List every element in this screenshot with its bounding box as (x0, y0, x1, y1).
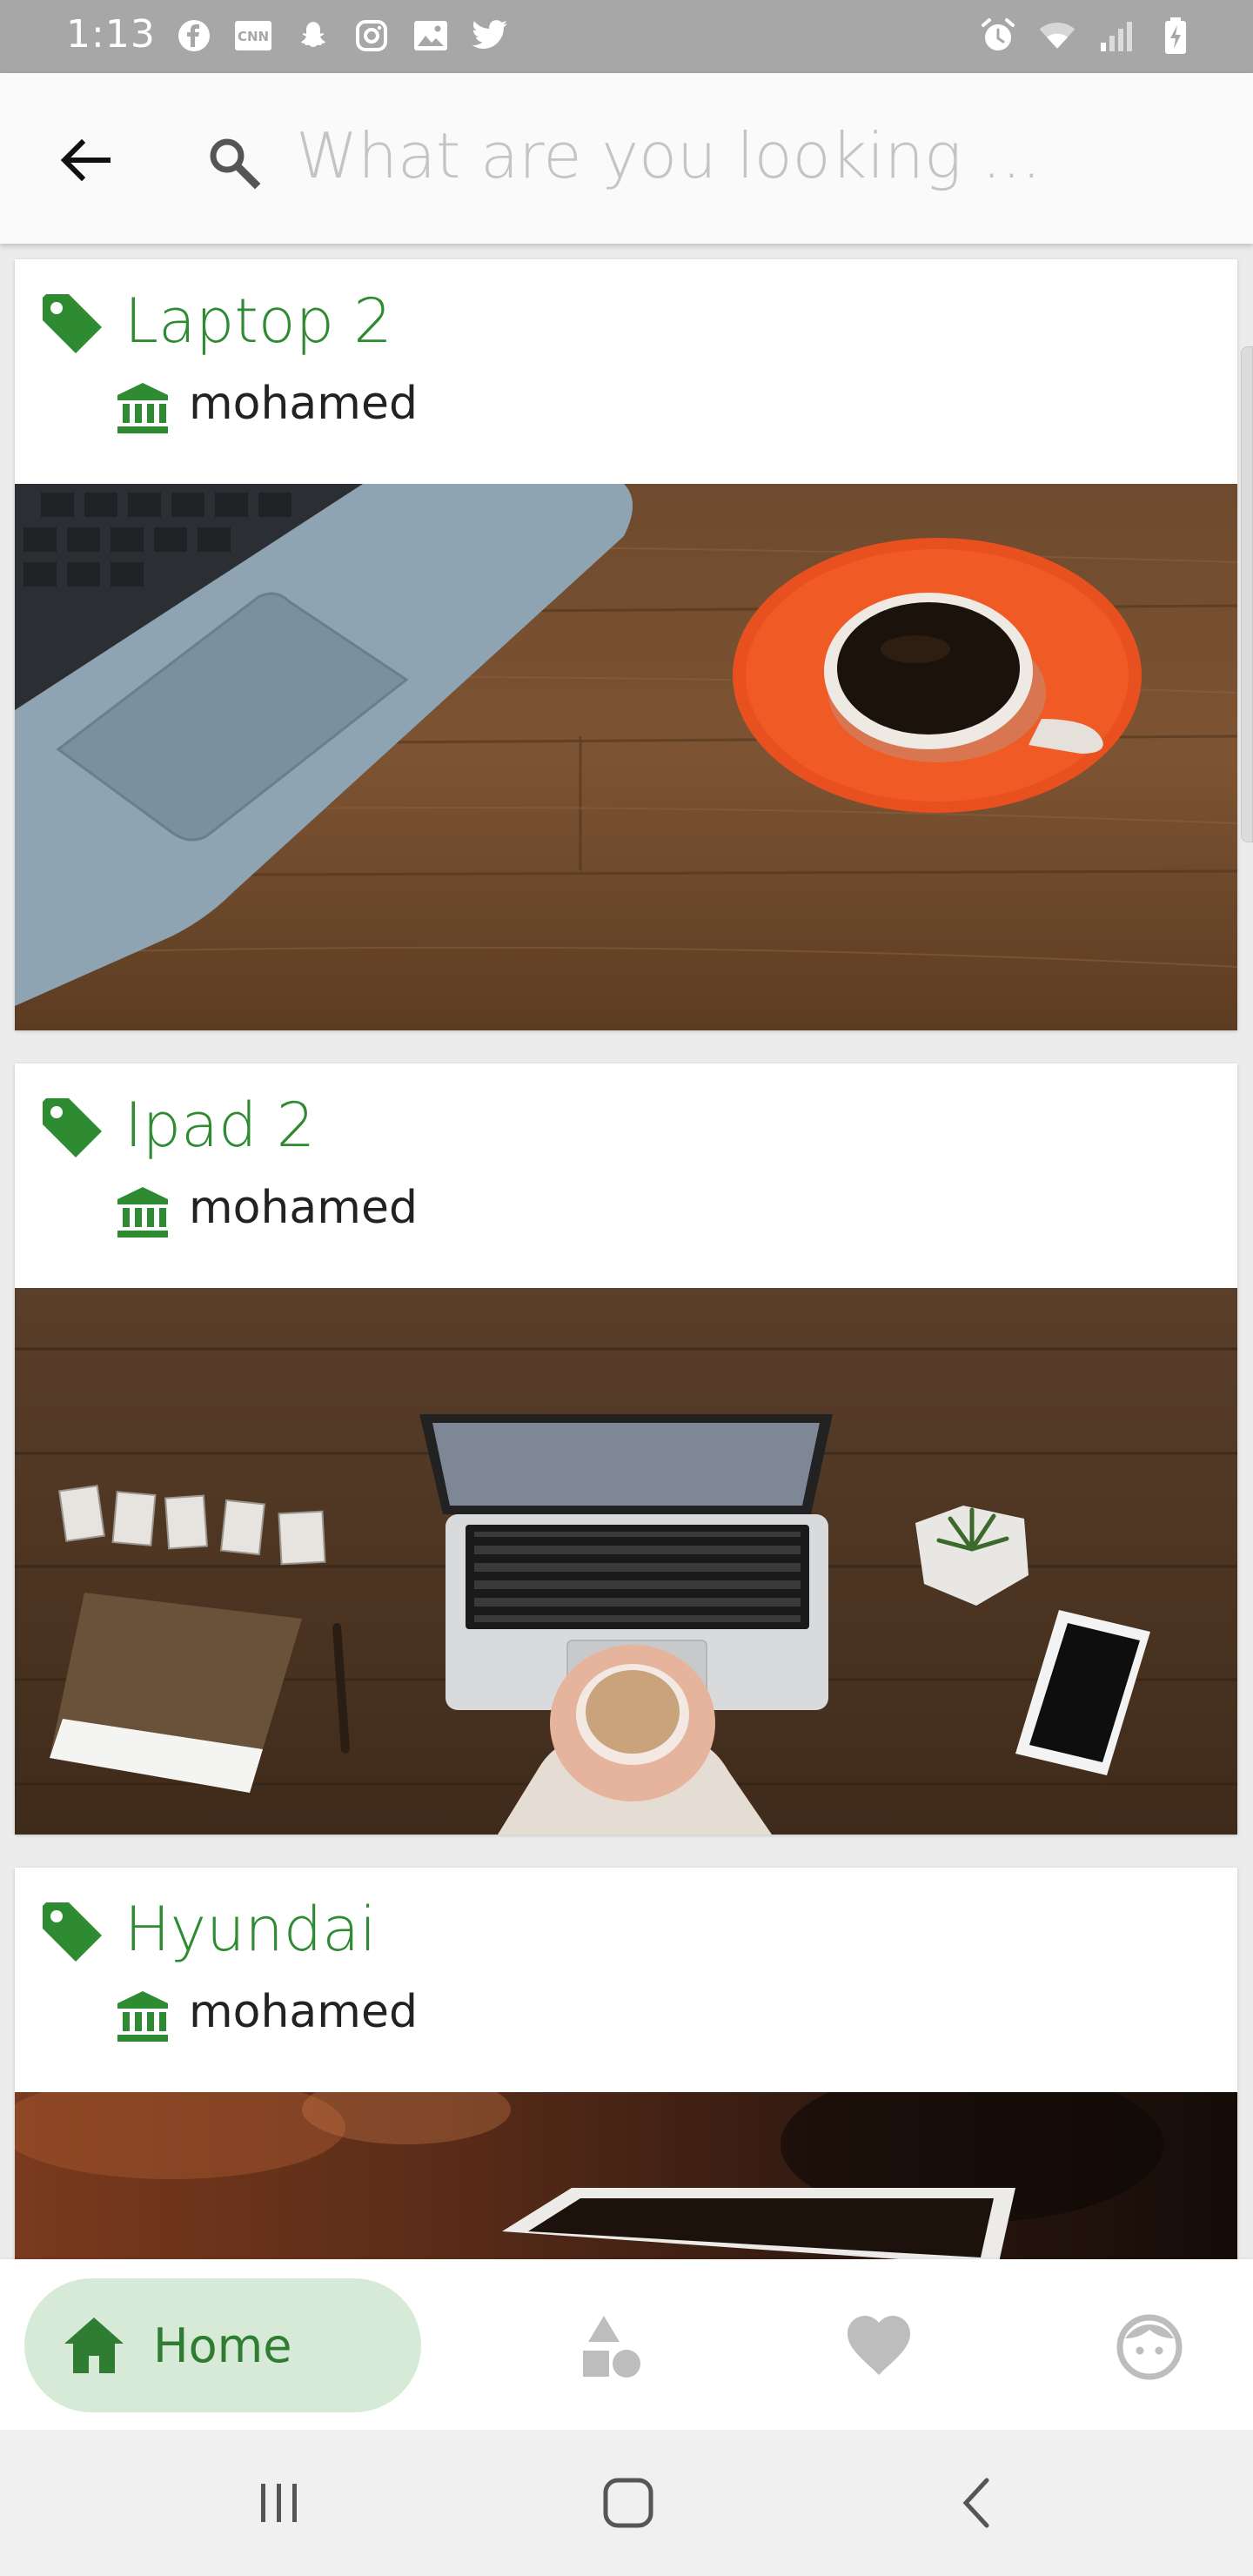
profile-icon (1116, 2314, 1183, 2380)
laptop-and-coffee-photo (15, 484, 1237, 1030)
categories-icon (583, 2316, 640, 2378)
card-title: Hyundai (124, 1894, 377, 1965)
gallery-icon (411, 16, 451, 56)
scrollbar-thumb[interactable] (1241, 346, 1253, 842)
tag-icon (43, 294, 102, 353)
nav-profile-button[interactable] (1110, 2308, 1189, 2386)
back-button-icon[interactable] (941, 2466, 1015, 2539)
status-time: 1:13 (66, 12, 156, 57)
search-input[interactable] (296, 108, 1166, 204)
card-title: Laptop 2 (124, 285, 392, 357)
system-status-icons (978, 16, 1196, 56)
bank-icon (117, 1187, 168, 1238)
card-header: Hyundai mohamed (15, 1868, 1237, 2092)
alarm-icon (978, 16, 1018, 56)
recent-apps-icon[interactable] (242, 2466, 315, 2539)
twitter-icon (470, 16, 510, 56)
card-owner: mohamed (189, 378, 418, 430)
product-feed[interactable]: Laptop 2 mohamed Ipad 2 mohamed Hyundai … (0, 244, 1253, 2259)
favorites-icon (848, 2316, 910, 2375)
back-arrow-icon[interactable] (52, 127, 118, 193)
product-card[interactable]: Laptop 2 mohamed (15, 259, 1237, 1030)
status-bar: 1:13 CNN (0, 0, 1253, 73)
blurred-laptop-photo (15, 2092, 1237, 2259)
bottom-navigation: Home (0, 2259, 1253, 2430)
card-owner: mohamed (189, 1182, 418, 1234)
battery-charging-icon (1156, 16, 1196, 56)
wifi-icon (1037, 16, 1077, 56)
cnn-icon: CNN (233, 16, 273, 56)
tag-icon (43, 1098, 102, 1157)
search-app-bar (0, 73, 1253, 244)
notification-icons: CNN (174, 16, 510, 56)
tag-icon (43, 1902, 102, 1962)
card-owner: mohamed (189, 1986, 418, 2038)
svg-text:CNN: CNN (238, 29, 269, 44)
signal-icon (1096, 16, 1136, 56)
nav-home-button[interactable]: Home (24, 2278, 421, 2412)
card-header: Laptop 2 mohamed (15, 259, 1237, 484)
nav-categories-button[interactable] (572, 2308, 650, 2386)
snapchat-icon (292, 16, 332, 56)
product-card[interactable]: Hyundai mohamed (15, 1868, 1237, 2259)
search-icon (198, 127, 268, 197)
card-title: Ipad 2 (124, 1090, 316, 1161)
facebook-icon (174, 16, 214, 56)
home-icon (64, 2318, 124, 2373)
system-navigation-bar (0, 2430, 1253, 2576)
bank-icon (117, 1991, 168, 2042)
home-button-icon[interactable] (592, 2466, 665, 2539)
nav-favorites-button[interactable] (840, 2308, 918, 2386)
instagram-icon (352, 16, 392, 56)
desk-laptop-dream-photo (15, 1288, 1237, 1835)
card-header: Ipad 2 mohamed (15, 1063, 1237, 1288)
nav-home-label: Home (153, 2318, 292, 2373)
bank-icon (117, 383, 168, 433)
product-card[interactable]: Ipad 2 mohamed (15, 1063, 1237, 1835)
